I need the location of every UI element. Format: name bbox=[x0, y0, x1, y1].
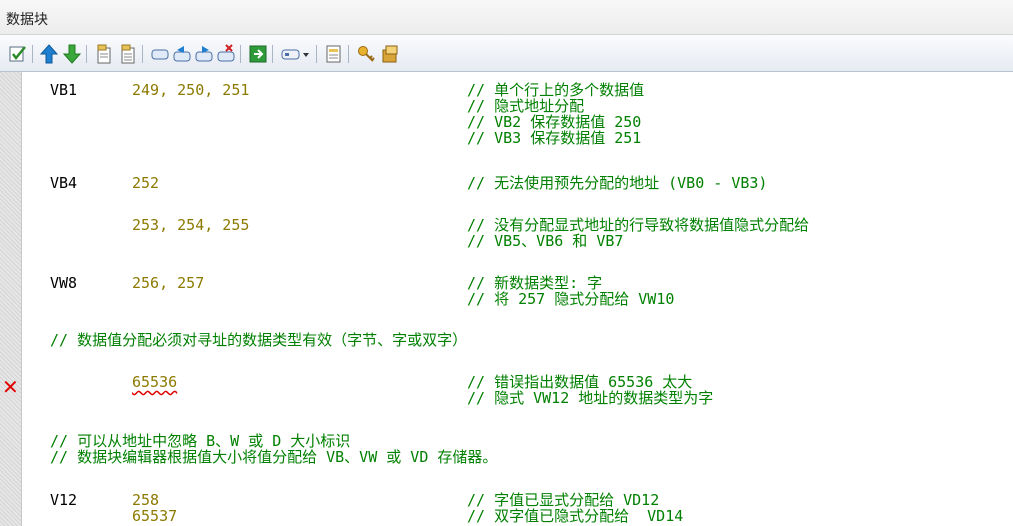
comment: // 错误指出数据值 65536 太大 bbox=[467, 373, 693, 391]
address: VB4 bbox=[50, 174, 78, 192]
comment: // 隐式 VW12 地址的数据类型为字 bbox=[467, 389, 714, 407]
toolbar bbox=[0, 35, 1013, 72]
compile-check-icon[interactable] bbox=[8, 44, 28, 64]
data-values: 252 bbox=[132, 174, 160, 192]
data-values: 253, 254, 255 bbox=[132, 216, 250, 234]
toolbar-separator bbox=[316, 45, 317, 63]
data-values: 65537 bbox=[132, 507, 178, 525]
comment: // 双字值已隐式分配给 VD14 bbox=[467, 507, 684, 525]
next-bookmark-icon[interactable] bbox=[194, 44, 214, 64]
toolbar-separator bbox=[240, 45, 241, 63]
address: VW8 bbox=[50, 274, 78, 292]
library-icon[interactable] bbox=[380, 44, 400, 64]
data-values: 256, 257 bbox=[132, 274, 205, 292]
comment: // 没有分配显式地址的行导致将数据值隐式分配给 bbox=[467, 216, 810, 234]
arrow-down-icon[interactable] bbox=[62, 44, 82, 64]
comment: // 隐式地址分配 bbox=[467, 97, 585, 115]
toolbar-separator bbox=[142, 45, 143, 63]
protect-icon[interactable] bbox=[356, 44, 376, 64]
comment: // 可以从地址中忽略 B、W 或 D 大小标识 bbox=[50, 432, 351, 450]
window-titlebar: 数据块 bbox=[0, 0, 1013, 35]
comment: // VB3 保存数据值 251 bbox=[467, 129, 642, 147]
remove-bookmarks-icon[interactable] bbox=[216, 44, 236, 64]
toolbar-separator bbox=[32, 45, 33, 63]
comment: // 数据值分配必须对寻址的数据类型有效（字节、字或双字） bbox=[50, 331, 468, 349]
toolbar-separator bbox=[272, 45, 273, 63]
data-values-error: 65536 bbox=[132, 373, 178, 391]
error-x-icon[interactable]: ✕ bbox=[2, 377, 19, 397]
delete-block-icon[interactable] bbox=[118, 44, 138, 64]
goto-icon[interactable] bbox=[248, 44, 268, 64]
bookmark-icon[interactable] bbox=[150, 44, 170, 64]
comment: // VB2 保存数据值 250 bbox=[467, 113, 642, 131]
comment: // 新数据类型: 字 bbox=[467, 274, 603, 292]
data-values: 258 bbox=[132, 491, 160, 509]
view-dropdown-icon[interactable] bbox=[280, 44, 310, 64]
comment: // 数据块编辑器根据值大小将值分配给 VB、VW 或 VD 存储器。 bbox=[50, 448, 498, 466]
insert-block-icon[interactable] bbox=[94, 44, 114, 64]
data-block-editor[interactable]: VB1 249, 250, 251 // 单个行上的多个数据值 // 隐式地址分… bbox=[22, 72, 1013, 526]
comment: // 无法使用预先分配的地址 (VB0 - VB3) bbox=[467, 174, 768, 192]
properties-icon[interactable] bbox=[324, 44, 344, 64]
comment: // 将 257 隐式分配给 VW10 bbox=[467, 290, 675, 308]
arrow-up-icon[interactable] bbox=[39, 44, 59, 64]
address: VB1 bbox=[50, 81, 78, 99]
address: V12 bbox=[50, 491, 78, 509]
editor-gutter bbox=[0, 72, 22, 526]
toolbar-separator bbox=[86, 45, 87, 63]
window-title: 数据块 bbox=[6, 12, 48, 28]
data-values: 249, 250, 251 bbox=[132, 81, 250, 99]
comment: // 单个行上的多个数据值 bbox=[467, 81, 645, 99]
toolbar-separator bbox=[348, 45, 349, 63]
comment: // VB5、VB6 和 VB7 bbox=[467, 232, 624, 250]
previous-bookmark-icon[interactable] bbox=[172, 44, 192, 64]
comment: // 字值已显式分配给 VD12 bbox=[467, 491, 660, 509]
